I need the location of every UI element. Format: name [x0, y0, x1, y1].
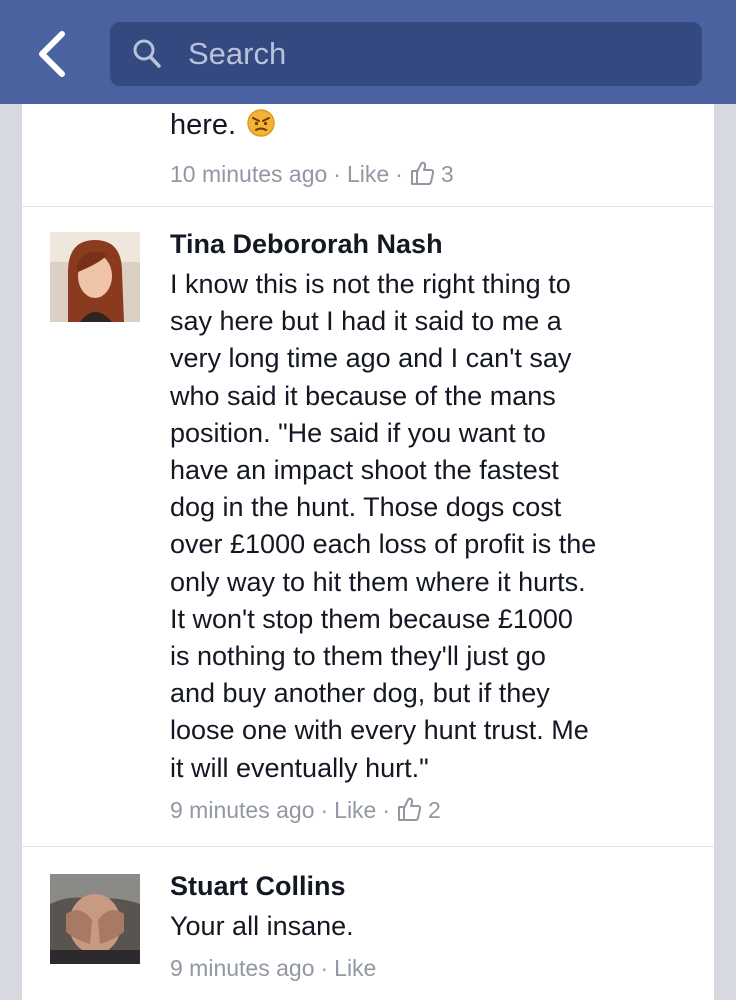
top-navigation-bar: Search	[0, 0, 736, 104]
comment-text: here.	[170, 108, 276, 142]
comment-line: is nothing to them they'll just go	[170, 641, 546, 672]
thumbs-up-icon	[410, 161, 434, 185]
search-icon	[133, 39, 161, 68]
like-link[interactable]: Like	[334, 797, 376, 823]
chevron-left-icon	[39, 31, 65, 77]
meta-separator: ·	[333, 161, 341, 187]
search-placeholder: Search	[188, 36, 287, 71]
like-count: 3	[440, 161, 454, 187]
profile-photo	[50, 874, 140, 964]
comment-timestamp: 9 minutes ago	[170, 797, 315, 823]
comments-list: here. 10 minutes ago · Like · 3 Tina Deb…	[22, 104, 714, 1000]
comment-author[interactable]: Tina Debororah Nash	[170, 228, 443, 260]
comment-timestamp: 10 minutes ago	[170, 161, 328, 187]
meta-separator: ·	[395, 161, 403, 187]
like-count: 2	[428, 797, 441, 823]
comment-line: have an impact shoot the fastest	[170, 455, 559, 486]
comment-meta: 9 minutes ago · Like · 2	[170, 796, 441, 825]
comment-line: loose one with every hunt trust. Me	[170, 715, 589, 746]
comment-divider	[22, 846, 714, 847]
comment-line: who said it because of the mans	[170, 380, 556, 411]
facebook-comments-screen: Search here. 10 minutes ago · Like · 3 T…	[0, 0, 736, 1000]
comment-text: I know this is not the right thing to sa…	[170, 266, 690, 787]
comment-line: over £1000 each loss of profit is the	[170, 529, 597, 560]
avatar[interactable]	[50, 874, 140, 964]
comment-item: here. 10 minutes ago · Like · 3	[22, 104, 714, 206]
profile-photo	[50, 232, 140, 322]
comment-line: position. "He said if you want to	[170, 417, 546, 448]
avatar[interactable]	[50, 232, 140, 322]
like-link[interactable]: Like	[334, 955, 376, 981]
comment-line: very long time ago and I can't say	[170, 343, 572, 374]
angry-face-emoji-icon	[247, 109, 275, 138]
comment-line: dog in the hunt. Those dogs cost	[170, 492, 562, 523]
like-link[interactable]: Like	[347, 161, 389, 187]
comment-line: I know this is not the right thing to	[170, 269, 571, 299]
meta-separator: ·	[382, 797, 391, 823]
comment-line: say here but I had it said to me a	[170, 306, 562, 337]
comment-text-tail: here.	[170, 109, 237, 141]
comment-divider	[22, 206, 714, 207]
comment-line: Your all insane.	[170, 911, 354, 941]
back-button[interactable]	[28, 26, 80, 82]
comment-meta: 9 minutes ago · Like	[170, 954, 376, 982]
comment-line: and buy another dog, but if they	[170, 678, 550, 709]
comment-line: it will eventually hurt."	[170, 752, 429, 783]
comment-meta: 10 minutes ago · Like · 3	[170, 160, 454, 189]
comment-timestamp: 9 minutes ago	[170, 955, 315, 981]
comment-line: only way to hit them where it hurts.	[170, 566, 586, 597]
search-input[interactable]: Search	[110, 22, 702, 86]
comment-text: Your all insane.	[170, 908, 690, 945]
meta-separator: ·	[320, 797, 329, 823]
comment-author[interactable]: Stuart Collins	[170, 870, 346, 902]
meta-separator: ·	[320, 955, 329, 981]
comment-line: It won't stop them because £1000	[170, 603, 573, 634]
thumbs-up-icon	[398, 797, 422, 821]
